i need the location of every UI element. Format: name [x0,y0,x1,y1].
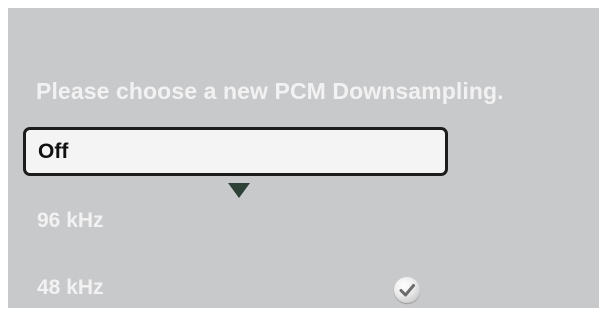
downsampling-panel: Please choose a new PCM Downsampling. Of… [8,8,599,308]
option-48khz-label: 48 kHz [37,275,104,299]
option-off-label: Off [38,139,69,163]
option-list: Off 96 kHz 48 kHz [8,8,599,308]
option-off[interactable]: Off [23,127,448,176]
checkmark-glyph [399,284,415,297]
option-48khz[interactable]: 48 kHz [28,263,328,312]
checkmark-icon [394,277,420,303]
option-96khz-label: 96 kHz [37,208,104,232]
option-96khz[interactable]: 96 kHz [28,196,328,245]
